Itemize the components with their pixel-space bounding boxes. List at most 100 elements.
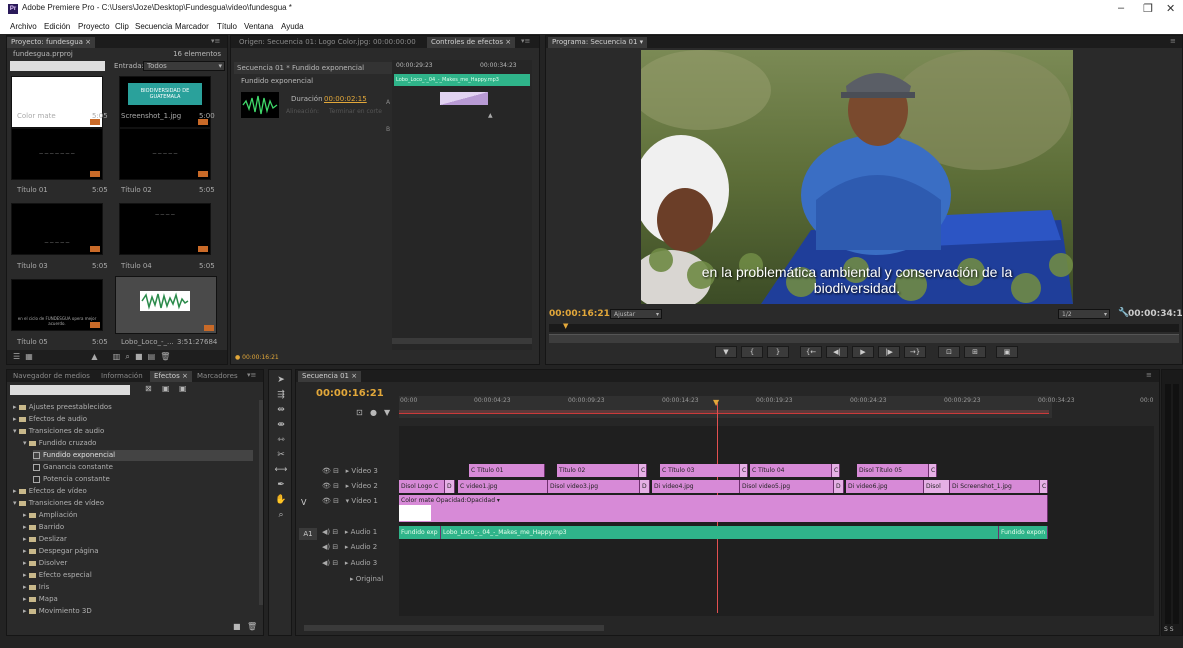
clip-video1[interactable]: C video1.jpg: [458, 480, 548, 493]
play-button[interactable]: ▶: [852, 346, 874, 358]
effects-tree-item[interactable]: Potencia constante: [33, 474, 110, 485]
effects-tree-item[interactable]: ▸ Barrido: [23, 522, 64, 533]
effects-scrollbar[interactable]: [259, 400, 263, 605]
audio-fade-in[interactable]: Fundido exp: [399, 526, 441, 539]
clip-titulo-04[interactable]: C Título 04: [750, 464, 832, 477]
list-view-icon[interactable]: ☰: [13, 352, 20, 361]
tab-program[interactable]: Programa: Secuencia 01 ▾: [548, 37, 648, 48]
go-to-in-button[interactable]: {←: [800, 346, 822, 358]
menu-archivo[interactable]: Archivo: [10, 22, 37, 31]
yuv-effects-icon[interactable]: ▣: [179, 384, 187, 393]
clip-transition[interactable]: Disol: [924, 480, 950, 493]
program-video-frame[interactable]: en la problemática ambiental y conservac…: [641, 50, 1073, 304]
lock-icon[interactable]: ⊟: [333, 482, 339, 490]
menu-clip[interactable]: Clip: [115, 22, 129, 31]
eye-icon[interactable]: 👁: [322, 482, 331, 490]
effects-tree-item[interactable]: ▸ Efectos de audio: [13, 414, 87, 425]
resolution-dropdown[interactable]: 1/2 ▾: [1058, 309, 1110, 319]
menu-titulo[interactable]: Título: [217, 22, 237, 31]
effects-tree-item[interactable]: ▸ Mapa: [23, 594, 58, 605]
duration-value[interactable]: 00:00:02:15: [324, 95, 367, 103]
mark-out-button[interactable]: }: [767, 346, 789, 358]
trash-icon[interactable]: 🗑: [160, 352, 170, 361]
panel-menu-icon[interactable]: ≡: [1146, 371, 1152, 379]
clip-transition[interactable]: C: [740, 464, 748, 477]
clip-logo[interactable]: Disol Logo C: [399, 480, 445, 493]
eye-icon[interactable]: 👁: [322, 497, 331, 505]
clip-video4[interactable]: Di video4.jpg: [652, 480, 740, 493]
effects-tree-item[interactable]: Ganancia constante: [33, 462, 113, 473]
mini-scrollbar[interactable]: [392, 338, 532, 344]
effects-tree-item[interactable]: ▸ Ajustes preestablecidos: [13, 402, 112, 413]
track-header-audio-3[interactable]: ◀) ⊟ ▸ Audio 3: [300, 556, 398, 571]
clip-transition[interactable]: C: [832, 464, 840, 477]
ripple-edit-tool-icon[interactable]: ⇹: [274, 405, 288, 417]
track-header-video-2[interactable]: 👁 ⊟ ▸ Vídeo 2: [300, 479, 398, 494]
transition-block[interactable]: [440, 92, 488, 105]
selection-tool-icon[interactable]: ➤: [274, 375, 288, 387]
track-header-audio-2[interactable]: ◀) ⊟ ▸ Audio 2: [300, 540, 398, 555]
clip-lobo-loco-audio[interactable]: Lobo_Loco_-_04_-_Makes_me_Happy.mp3: [441, 526, 999, 539]
track-header-audio-1[interactable]: ◀) ⊟ ▸ Audio 1: [300, 525, 398, 540]
panel-menu-icon[interactable]: ▾≡: [247, 371, 256, 379]
effects-tree-item[interactable]: ▸ Deslizar: [23, 534, 67, 545]
snap-icon[interactable]: ⊡: [356, 408, 363, 417]
audio-fade-out[interactable]: Fundido expon: [999, 526, 1048, 539]
razor-tool-icon[interactable]: ✂: [274, 450, 288, 462]
maximize-button[interactable]: ❐: [1143, 2, 1153, 15]
go-to-out-button[interactable]: →}: [904, 346, 926, 358]
track-header-original[interactable]: ▸ Original: [300, 572, 398, 587]
clip-transition[interactable]: D: [445, 480, 455, 493]
zoom-tool-icon[interactable]: ⌕: [274, 510, 288, 522]
effect-mini-timeline[interactable]: 00:00:29:23 00:00:34:23 Lobo_Loco_-_04_-…: [392, 60, 532, 350]
thumb-lobo-audio[interactable]: [115, 276, 217, 334]
lock-icon[interactable]: ⊟: [333, 467, 339, 475]
tab-sequence-01[interactable]: Secuencia 01 ×: [298, 371, 362, 382]
clip-video6[interactable]: Di video6.jpg: [846, 480, 924, 493]
tab-effects[interactable]: Efectos ×: [150, 371, 192, 382]
clip-video3[interactable]: Disol video3.jpg: [548, 480, 640, 493]
menu-edicion[interactable]: Edición: [44, 22, 70, 31]
find-icon[interactable]: ⌕: [125, 352, 129, 361]
timeline-current-tc[interactable]: 00:00:16:21: [316, 388, 384, 399]
panel-menu-icon[interactable]: ≡: [1170, 37, 1176, 45]
clip-transition[interactable]: C: [1040, 480, 1048, 493]
effects-tree-item[interactable]: ▾ Transiciones de audio: [13, 426, 104, 437]
icon-view-icon[interactable]: ▦: [25, 352, 33, 361]
effects-tree-item[interactable]: ▸ Efecto especial: [23, 570, 92, 581]
effects-tree-item[interactable]: ▾ Transiciones de vídeo: [13, 498, 104, 509]
clip-transition[interactable]: D: [640, 480, 650, 493]
step-back-button[interactable]: ◀|: [826, 346, 848, 358]
mini-audio-clip[interactable]: Lobo_Loco_-_04_-_Makes_me_Happy.mp3: [394, 74, 530, 86]
menu-proyecto[interactable]: Proyecto: [78, 22, 110, 31]
pen-tool-icon[interactable]: ✒: [274, 480, 288, 492]
add-marker-button[interactable]: ▼: [715, 346, 737, 358]
effects-tree-item[interactable]: ▸ Ampliación: [23, 510, 78, 521]
project-search-input[interactable]: [10, 61, 105, 71]
menu-secuencia[interactable]: Secuencia: [135, 22, 172, 31]
automate-icon[interactable]: ▥: [113, 352, 121, 361]
tab-project[interactable]: Proyecto: fundesgua ×: [7, 37, 96, 48]
close-button[interactable]: ✕: [1166, 2, 1175, 15]
program-ruler[interactable]: ▼: [549, 322, 1179, 332]
effects-tree-item[interactable]: ▸ Movimiento 3D: [23, 606, 92, 617]
timeline-scrollbar[interactable]: [304, 625, 604, 631]
rolling-edit-tool-icon[interactable]: ⇼: [274, 420, 288, 432]
effects-tree-item[interactable]: ▸ Disolver: [23, 558, 67, 569]
tab-source[interactable]: Origen: Secuencia 01: Logo Color.jpg: 00…: [235, 37, 420, 48]
effects-tree-item[interactable]: Fundido exponencial: [33, 450, 253, 461]
tab-media-browser[interactable]: Navegador de medios: [9, 371, 94, 382]
minimize-button[interactable]: –: [1118, 2, 1124, 14]
thumb-titulo-02[interactable]: — — — — —: [119, 128, 211, 180]
work-area-bar[interactable]: [399, 410, 1049, 414]
clip-titulo-01[interactable]: C Título 01: [469, 464, 545, 477]
new-bin-icon[interactable]: ■: [135, 352, 143, 361]
trash-icon[interactable]: 🗑: [247, 622, 257, 631]
extract-button[interactable]: ⊞: [964, 346, 986, 358]
program-current-tc[interactable]: 00:00:16:21: [549, 309, 610, 319]
zoom-mountain-icon[interactable]: ▲: [91, 352, 97, 361]
step-forward-button[interactable]: |▶: [878, 346, 900, 358]
panel-menu-icon[interactable]: ▾≡: [211, 37, 220, 45]
lock-icon[interactable]: ⊟: [333, 497, 339, 505]
track-header-video-1[interactable]: 👁 ⊟ ▾ Vídeo 1: [300, 494, 398, 509]
